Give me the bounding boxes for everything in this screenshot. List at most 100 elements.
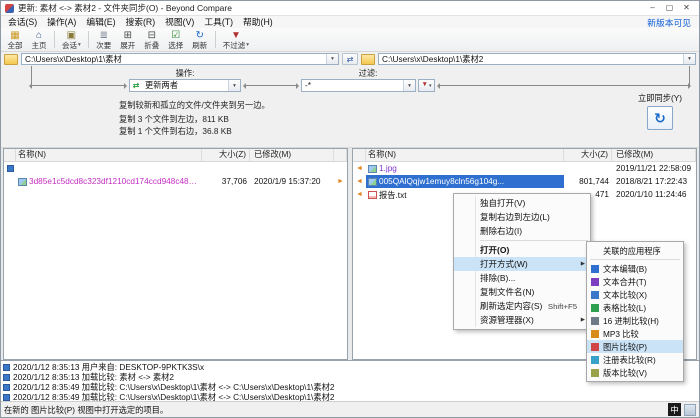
table-row[interactable]: 3d85e1c5dcd8c323df1210cd174ccd948c4875ce… <box>4 175 347 188</box>
menu-item-label: 打开方式(W) <box>480 258 572 270</box>
submenu-item[interactable]: 注册表比较(R) <box>587 353 683 366</box>
toolbar-button[interactable]: ≣ 次要▾ <box>92 29 116 51</box>
menu-item[interactable]: 帮助(H) <box>238 16 278 28</box>
file-type-icon <box>368 165 377 173</box>
file-name-cell[interactable]: 3d85e1c5dcd8c323df1210cd174ccd948c4875ce… <box>16 175 202 188</box>
table-row[interactable] <box>4 162 347 175</box>
toolbar-button[interactable]: ⊟ 折叠▾ <box>140 29 164 51</box>
file-type-icon <box>18 178 27 186</box>
filter-funnel-button[interactable]: ▼ ▾ <box>418 79 435 92</box>
menu-item[interactable]: 会话(S) <box>3 16 42 28</box>
submenu-item-label: 表格比较(L) <box>603 302 646 314</box>
column-header-modified[interactable]: 已修改(M) <box>612 149 696 161</box>
submenu-item[interactable]: 图片比较(P) <box>587 340 683 353</box>
context-menu-item[interactable]: 独自打开(V) ▶ <box>454 196 590 210</box>
submenu-item[interactable]: 版本比较(V) <box>587 366 683 379</box>
filter-value: -* <box>302 80 403 91</box>
language-bar-icon[interactable] <box>684 404 696 416</box>
file-size: 801,744 <box>564 177 612 186</box>
file-name-cell[interactable]: 005QAlQqjw1emuy8cln56g104g... <box>366 175 564 188</box>
chevron-down-icon[interactable]: ▾ <box>228 80 240 91</box>
submenu-item[interactable]: 文本比较(X) <box>587 288 683 301</box>
context-menu-item[interactable]: 打开方式(W) ▶ <box>454 257 590 271</box>
context-menu-item[interactable]: 排除(B)... ▶ <box>454 271 590 285</box>
filter-combobox[interactable]: -* ▾ <box>301 79 416 92</box>
sync-criteria-panel: 操作: ⇄ 更新两者 ▾ 过滤: -* ▾ ▼ ▾ 复制较新和孤立的文件/文件夹… <box>1 66 699 148</box>
submenu-item[interactable]: 16 进制比较(H) <box>587 314 683 327</box>
log-entry-icon <box>3 364 10 371</box>
submenu-item-label: 文本合并(T) <box>603 276 647 288</box>
toolbar-button[interactable]: ↻ 刷新▾ <box>188 29 212 51</box>
minimize-button[interactable]: – <box>644 1 661 15</box>
toolbar-button[interactable]: ▦ 全部▾ <box>3 29 27 51</box>
submenu-item[interactable]: 关联的应用程序 <box>587 244 683 257</box>
copy-direction-arrow[interactable]: ► <box>334 175 347 188</box>
toolbar-button[interactable]: ⌂ 主页▾ <box>27 29 51 51</box>
menu-item[interactable]: 视图(V) <box>160 16 199 28</box>
column-header-size[interactable]: 大小(Z) <box>564 149 612 161</box>
context-menu-item[interactable]: 打开(O) ▶ <box>454 243 590 257</box>
column-header-modified[interactable]: 已修改(M) <box>250 149 334 161</box>
ime-indicator[interactable]: 中 <box>668 403 681 416</box>
copy-right-summary: 复制 1 个文件到右边，36.8 KB <box>119 125 232 137</box>
table-row[interactable]: ◄ 1.jpg 2019/11/21 22:58:09 <box>353 162 696 175</box>
action-combobox[interactable]: ⇄ 更新两者 ▾ <box>129 79 241 92</box>
toolbar-button-label: 全部 <box>8 41 23 50</box>
sync-direction-arrow <box>439 85 689 86</box>
context-menu-item[interactable]: 复制右边到左边(L) ▶ <box>454 210 590 224</box>
copy-direction-arrow[interactable]: ◄ <box>353 162 366 175</box>
maximize-button[interactable]: ▢ <box>661 1 678 15</box>
file-name-cell[interactable]: 1.jpg <box>366 162 564 175</box>
table-row[interactable]: ◄ 005QAlQqjw1emuy8cln56g104g... 801,744 … <box>353 175 696 188</box>
close-button[interactable]: ✕ <box>678 1 695 15</box>
file-modified: 2020/1/9 15:37:20 <box>250 177 334 186</box>
submenu-item[interactable]: MP3 比较 <box>587 327 683 340</box>
file-type-icon <box>368 178 377 186</box>
toolbar-button-icon: ↻ <box>196 30 204 41</box>
file-modified: 2019/11/21 22:58:09 <box>612 164 696 173</box>
menu-item[interactable]: 搜索(R) <box>121 16 161 28</box>
context-menu-item[interactable]: 刷新选定内容(S) Shift+F5 ▶ <box>454 299 590 313</box>
chevron-down-icon[interactable]: ▾ <box>683 54 695 64</box>
column-header-name[interactable]: 名称(N) <box>366 149 564 161</box>
swap-sides-button[interactable]: ⇄ <box>342 53 358 65</box>
toolbar-button-label: 不过滤 <box>223 41 246 50</box>
right-path-combobox[interactable]: C:\Users\x\Desktop\1\素材2 ▾ <box>378 53 696 65</box>
menu-item[interactable]: 操作(A) <box>42 16 81 28</box>
toolbar-button-icon: ⊟ <box>148 30 156 41</box>
submenu-item[interactable]: 文本编辑(B) <box>587 262 683 275</box>
toolbar-button[interactable]: ▾ <box>215 31 216 48</box>
left-path-combobox[interactable]: C:\Users\x\Desktop\1\素材 ▾ <box>21 53 339 65</box>
browse-right-folder-button[interactable] <box>361 54 375 65</box>
new-version-link[interactable]: 新版本可见 <box>647 16 697 29</box>
chevron-down-icon[interactable]: ▾ <box>326 54 338 64</box>
path-row: C:\Users\x\Desktop\1\素材 ▾ ⇄ C:\Users\x\D… <box>1 52 699 66</box>
context-menu-item[interactable]: 资源管理器(X) ▶ <box>454 313 590 327</box>
column-header-size[interactable]: 大小(Z) <box>202 149 250 161</box>
left-path-value: C:\Users\x\Desktop\1\素材 <box>22 54 326 64</box>
file-name: 3d85e1c5dcd8c323df1210cd174ccd948c4875ce… <box>29 177 200 186</box>
column-header-name[interactable]: 名称(N) <box>16 149 202 161</box>
funnel-icon: ▼ <box>422 82 428 89</box>
toolbar-button[interactable]: ☑ 选择▾ <box>164 29 188 51</box>
toolbar-button-icon: ☑ <box>171 30 180 41</box>
file-name-cell[interactable] <box>16 162 202 175</box>
toolbar-button[interactable]: ▾ <box>54 31 55 48</box>
menu-item[interactable]: 编辑(E) <box>81 16 120 28</box>
toolbar-button[interactable]: ▼ 不过滤▾ <box>219 29 253 51</box>
submenu-item[interactable]: 表格比较(L) <box>587 301 683 314</box>
toolbar-button[interactable]: ▣ 会话▾ <box>58 29 85 51</box>
submenu-item-label: 图片比较(P) <box>603 341 647 353</box>
context-menu-item[interactable]: 删除右边(I) ▶ <box>454 224 590 238</box>
chevron-down-icon[interactable]: ▾ <box>403 80 415 91</box>
copy-direction-arrow[interactable]: ◄ <box>353 175 366 188</box>
toolbar-button[interactable]: ⊞ 展开▾ <box>116 29 140 51</box>
browse-left-folder-button[interactable] <box>4 54 18 65</box>
sync-now-button[interactable]: ↻ <box>647 106 673 130</box>
copy-direction-arrow[interactable]: ◄ <box>353 188 366 201</box>
toolbar-button-label: 选择 <box>168 41 183 50</box>
toolbar-button[interactable]: ▾ <box>88 31 89 48</box>
menu-item[interactable]: 工具(T) <box>199 16 238 28</box>
submenu-item[interactable]: 文本合并(T) <box>587 275 683 288</box>
context-menu-item[interactable]: 复制文件名(N) ▶ <box>454 285 590 299</box>
